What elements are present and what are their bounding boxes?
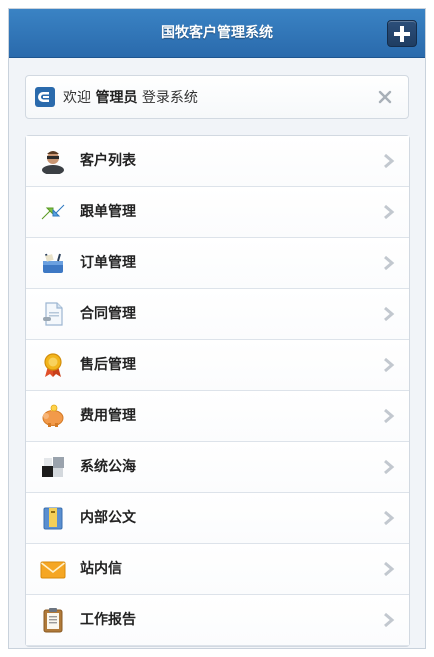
welcome-banner: 欢迎 管理员 登录系统 bbox=[25, 75, 409, 119]
close-icon[interactable] bbox=[376, 88, 394, 106]
piggy-bank-icon bbox=[42, 404, 64, 427]
chevron-right-icon bbox=[384, 153, 395, 169]
chevron-right-icon bbox=[384, 357, 395, 373]
app-frame: 国牧客户管理系统 欢迎 管理员 登录系统 客户列表 跟单管理 订单管理 合同管理… bbox=[8, 8, 426, 649]
menu-item-public-pool[interactable]: 系统公海 bbox=[26, 442, 409, 493]
chevron-right-icon bbox=[384, 204, 395, 220]
menu-label: 内部公文 bbox=[80, 510, 136, 526]
welcome-suffix: 登录系统 bbox=[141, 90, 198, 106]
welcome-prefix: 欢迎 bbox=[63, 90, 91, 106]
main-menu: 客户列表 跟单管理 订单管理 合同管理 售后管理 费用管理 系统公海 内部公文 … bbox=[25, 135, 410, 647]
binder-icon bbox=[43, 507, 63, 530]
award-ribbon-icon bbox=[44, 353, 62, 377]
squares-icon bbox=[42, 457, 64, 477]
app-title: 国牧客户管理系统 bbox=[161, 25, 273, 41]
menu-item-follow-up[interactable]: 跟单管理 bbox=[26, 187, 409, 238]
customer-avatar-icon bbox=[42, 151, 64, 174]
chevron-right-icon bbox=[384, 459, 395, 475]
menu-item-contracts[interactable]: 合同管理 bbox=[26, 289, 409, 340]
chevron-right-icon bbox=[384, 255, 395, 271]
app-logo-icon bbox=[35, 87, 55, 107]
menu-label: 合同管理 bbox=[80, 306, 136, 322]
chevron-right-icon bbox=[384, 306, 395, 322]
cart-icon bbox=[43, 253, 63, 273]
arrows-exchange-icon bbox=[41, 204, 65, 220]
welcome-user: 管理员 bbox=[95, 90, 138, 106]
menu-label: 费用管理 bbox=[80, 408, 136, 424]
menu-label: 系统公海 bbox=[80, 459, 136, 475]
menu-item-customer-list[interactable]: 客户列表 bbox=[26, 136, 409, 187]
menu-label: 售后管理 bbox=[80, 357, 136, 373]
chevron-right-icon bbox=[384, 510, 395, 526]
menu-label: 订单管理 bbox=[80, 255, 136, 271]
chevron-right-icon bbox=[384, 561, 395, 577]
envelope-icon bbox=[40, 561, 66, 579]
menu-item-orders[interactable]: 订单管理 bbox=[26, 238, 409, 289]
chevron-right-icon bbox=[384, 612, 395, 628]
menu-item-expenses[interactable]: 费用管理 bbox=[26, 391, 409, 442]
add-button[interactable] bbox=[387, 20, 417, 47]
menu-item-work-reports[interactable]: 工作报告 bbox=[26, 595, 409, 646]
header-bar: 国牧客户管理系统 bbox=[9, 9, 425, 58]
menu-label: 跟单管理 bbox=[80, 204, 136, 220]
plus-icon bbox=[394, 26, 410, 42]
menu-label: 客户列表 bbox=[80, 153, 136, 169]
document-icon bbox=[43, 302, 63, 326]
menu-item-after-sales[interactable]: 售后管理 bbox=[26, 340, 409, 391]
clipboard-icon bbox=[43, 608, 63, 633]
welcome-text: 欢迎 管理员 登录系统 bbox=[63, 76, 198, 120]
menu-label: 工作报告 bbox=[80, 612, 136, 628]
menu-item-messages[interactable]: 站内信 bbox=[26, 544, 409, 595]
menu-item-internal-docs[interactable]: 内部公文 bbox=[26, 493, 409, 544]
menu-label: 站内信 bbox=[80, 561, 122, 577]
chevron-right-icon bbox=[384, 408, 395, 424]
